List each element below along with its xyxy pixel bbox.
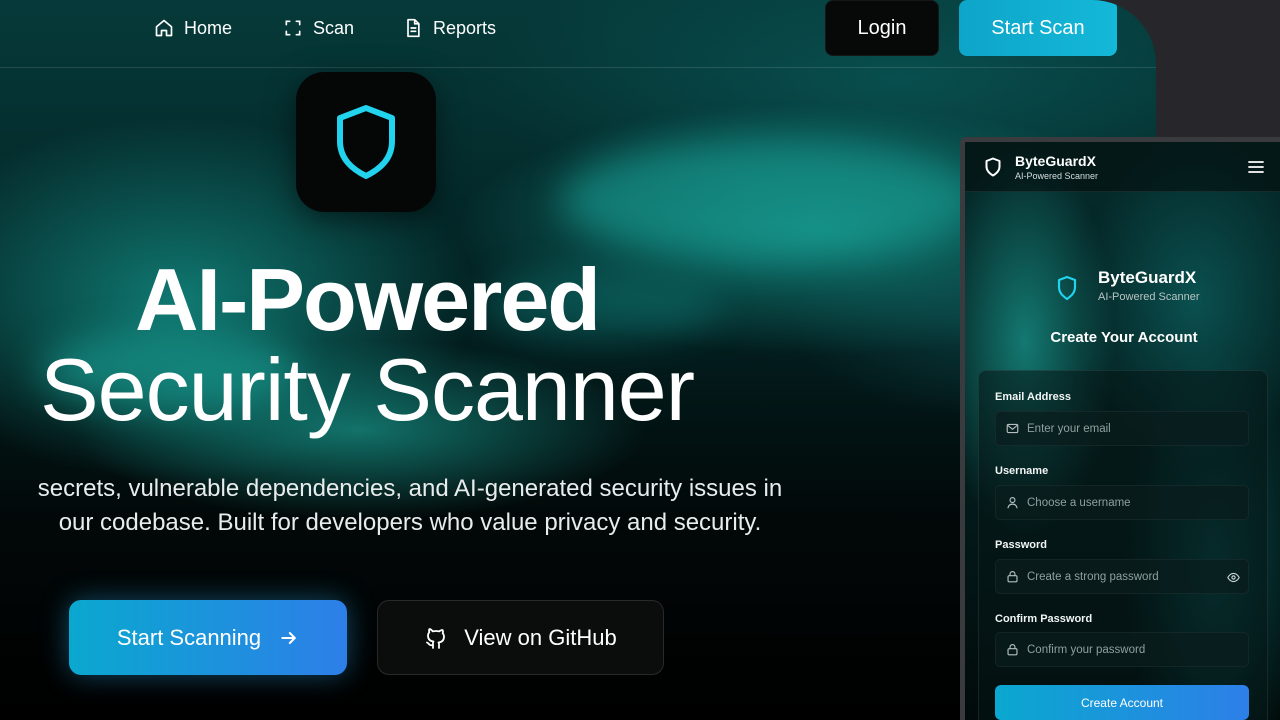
nav-scan-link[interactable]: Scan [283, 14, 354, 42]
mail-icon [1006, 423, 1019, 434]
document-icon [407, 18, 420, 38]
email-placeholder: Enter your email [1027, 422, 1111, 435]
username-placeholder: Choose a username [1027, 496, 1131, 509]
start-scanning-button[interactable]: Start Scanning [69, 600, 347, 675]
nav-home-label: Home [184, 17, 233, 38]
mobile-header: ByteGuardX AI-Powered Scanner [965, 142, 1280, 192]
arrow-right-icon [281, 631, 296, 644]
lock-icon [1007, 571, 1018, 583]
nav-reports-label: Reports [433, 17, 497, 38]
view-on-github-label: View on GitHub [464, 624, 617, 650]
confirm-password-field[interactable]: Confirm your password [995, 632, 1249, 667]
shield-icon [337, 105, 395, 179]
mobile-brand-tagline: AI-Powered Scanner [1015, 171, 1099, 181]
nav-reports-link[interactable]: Reports [403, 14, 496, 42]
create-account-button[interactable]: Create Account [995, 685, 1249, 720]
confirm-password-placeholder: Confirm your password [1027, 643, 1146, 656]
github-icon [426, 627, 446, 649]
hero-description-line-1: secrets, vulnerable dependencies, and AI… [37, 475, 783, 502]
background-glow [560, 140, 980, 260]
show-password-eye-icon[interactable] [1227, 571, 1240, 584]
login-button[interactable]: Login [825, 0, 939, 56]
view-on-github-button[interactable]: View on GitHub [377, 600, 664, 675]
username-field[interactable]: Choose a username [995, 485, 1249, 520]
top-navbar: Home Scan Reports Login Start Scan [0, 0, 1156, 68]
email-label: Email Address [995, 391, 1072, 403]
create-account-title: Create Your Account [1050, 329, 1198, 346]
nav-home-link[interactable]: Home [154, 14, 232, 42]
password-placeholder: Create a strong password [1027, 570, 1159, 583]
mobile-signup-preview: ByteGuardX AI-Powered Scanner ByteGuardX… [960, 137, 1280, 720]
confirm-password-label: Confirm Password [995, 613, 1093, 625]
start-scan-button[interactable]: Start Scan [959, 0, 1117, 56]
nav-scan-label: Scan [313, 17, 355, 38]
form-brand-tagline: AI-Powered Scanner [1098, 291, 1200, 303]
hero-description-line-2: our codebase. Built for developers who v… [58, 509, 762, 536]
user-icon [1007, 497, 1018, 509]
shield-icon [985, 157, 1001, 177]
home-icon [155, 19, 173, 37]
password-field[interactable]: Create a strong password [995, 559, 1249, 594]
password-label: Password [995, 539, 1047, 551]
hero-title-line-2: Security Scanner [39, 340, 695, 439]
username-label: Username [995, 465, 1049, 477]
shield-icon [1057, 275, 1077, 301]
hamburger-menu-icon[interactable] [1248, 160, 1264, 174]
scan-icon [285, 20, 301, 36]
hero-description: secrets, vulnerable dependencies, and AI… [0, 472, 830, 540]
app-logo-tile [296, 72, 436, 212]
lock-icon [1007, 644, 1018, 656]
hero-title-line-1: AI-Powered [134, 250, 601, 349]
email-field[interactable]: Enter your email [995, 411, 1249, 446]
mobile-brand-name: ByteGuardX [1015, 153, 1096, 169]
start-scanning-label: Start Scanning [116, 624, 262, 650]
form-brand-name: ByteGuardX [1098, 268, 1197, 287]
